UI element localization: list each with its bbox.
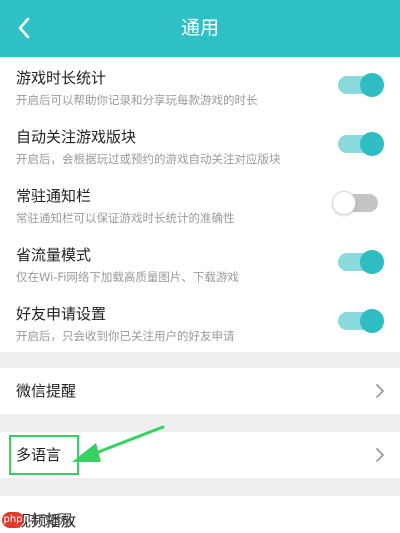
setting-label: 自动关注游戏版块 xyxy=(16,128,137,146)
setting-label: 好友申请设置 xyxy=(16,305,107,323)
toggle-knob xyxy=(360,132,384,156)
setting-desc: 开启后可以帮助你记录和分享玩每款游戏的时长 xyxy=(16,93,258,107)
page-title: 通用 xyxy=(180,17,219,39)
nav-label: 微信提醒 xyxy=(16,382,77,400)
top-bar: 通用 xyxy=(0,0,400,57)
watermark: php 中文网 xyxy=(2,509,72,530)
setting-row-data-saver: 省流量模式 仅在Wi-Fi网络下加载高质量图片、下载游戏 xyxy=(0,234,400,293)
data-saver-toggle[interactable] xyxy=(338,250,384,274)
setting-label: 游戏时长统计 xyxy=(16,69,107,87)
toggle-knob xyxy=(332,191,356,215)
toggle-knob xyxy=(360,250,384,274)
setting-desc: 常驻通知栏可以保证游戏时长统计的准确性 xyxy=(16,211,235,225)
setting-desc: 仅在Wi-Fi网络下加载高质量图片、下载游戏 xyxy=(16,270,239,284)
toggle-settings-group: 游戏时长统计 开启后可以帮助你记录和分享玩每款游戏的时长 自动关注游戏版块 开启… xyxy=(0,57,400,352)
toggle-knob xyxy=(360,309,384,333)
setting-row-auto-follow: 自动关注游戏版块 开启后，会根据玩过或预约的游戏自动关注对应版块 xyxy=(0,116,400,175)
setting-row-friend-request: 好友申请设置 开启后，只会收到你已关注用户的好友申请 xyxy=(0,293,400,352)
notification-toggle[interactable] xyxy=(332,191,378,215)
setting-label: 省流量模式 xyxy=(16,246,92,264)
setting-label: 常驻通知栏 xyxy=(16,187,92,205)
setting-row-notification: 常驻通知栏 常驻通知栏可以保证游戏时长统计的准确性 xyxy=(0,175,400,234)
friend-request-toggle[interactable] xyxy=(338,309,384,333)
php-logo: php xyxy=(2,511,24,528)
playtime-toggle[interactable] xyxy=(338,73,384,97)
toggle-knob xyxy=(360,73,384,97)
auto-follow-toggle[interactable] xyxy=(338,132,384,156)
chevron-right-icon xyxy=(376,384,384,398)
watermark-text: 中文网 xyxy=(27,511,73,529)
highlight-box xyxy=(9,435,79,475)
setting-desc: 开启后，会根据玩过或预约的游戏自动关注对应版块 xyxy=(16,152,281,166)
chevron-right-icon xyxy=(376,448,384,462)
setting-row-playtime: 游戏时长统计 开启后可以帮助你记录和分享玩每款游戏的时长 xyxy=(0,57,400,116)
wechat-reminder-row[interactable]: 微信提醒 xyxy=(0,368,400,414)
setting-desc: 开启后，只会收到你已关注用户的好友申请 xyxy=(16,329,235,343)
